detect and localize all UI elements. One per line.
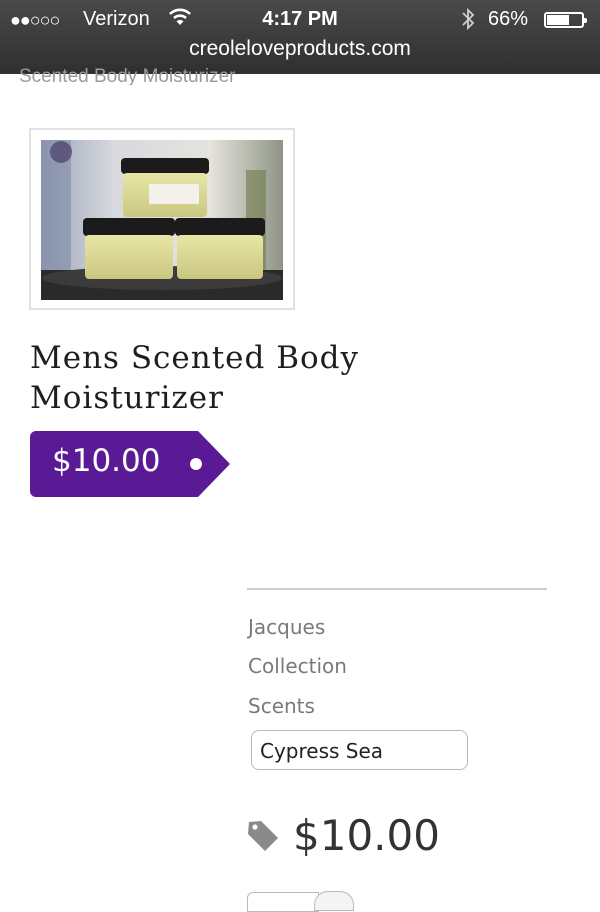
battery-icon (544, 12, 587, 28)
price-tag: $10.00 (30, 431, 230, 497)
quantity-stepper[interactable] (314, 891, 354, 911)
product-image[interactable] (41, 140, 283, 300)
url-bar[interactable]: creoleloveproducts.com (0, 37, 600, 61)
divider (247, 588, 547, 590)
product-image-frame[interactable] (29, 128, 295, 310)
product-title: Mens Scented Body Moisturizer (30, 340, 360, 416)
bluetooth-icon (461, 7, 475, 37)
option-label-line-1: Jacques (248, 615, 326, 639)
option-label-line-2: Collection (248, 654, 347, 678)
breadcrumb[interactable]: Scented Body Moisturizer (19, 63, 236, 85)
price-tag-icon (247, 819, 279, 857)
quantity-input[interactable] (247, 892, 319, 912)
battery-percent: 66% (488, 8, 529, 30)
product-price: $10.00 (52, 443, 161, 479)
option-label-line-3: Scents (248, 694, 315, 718)
scent-select-value: Cypress Sea (260, 739, 384, 763)
scent-select[interactable]: Cypress Sea (251, 730, 468, 770)
footer-price: $10.00 (293, 811, 440, 860)
breadcrumb-label: Scented Body Moisturizer (19, 66, 236, 85)
price-tag-hole-icon (190, 458, 202, 470)
